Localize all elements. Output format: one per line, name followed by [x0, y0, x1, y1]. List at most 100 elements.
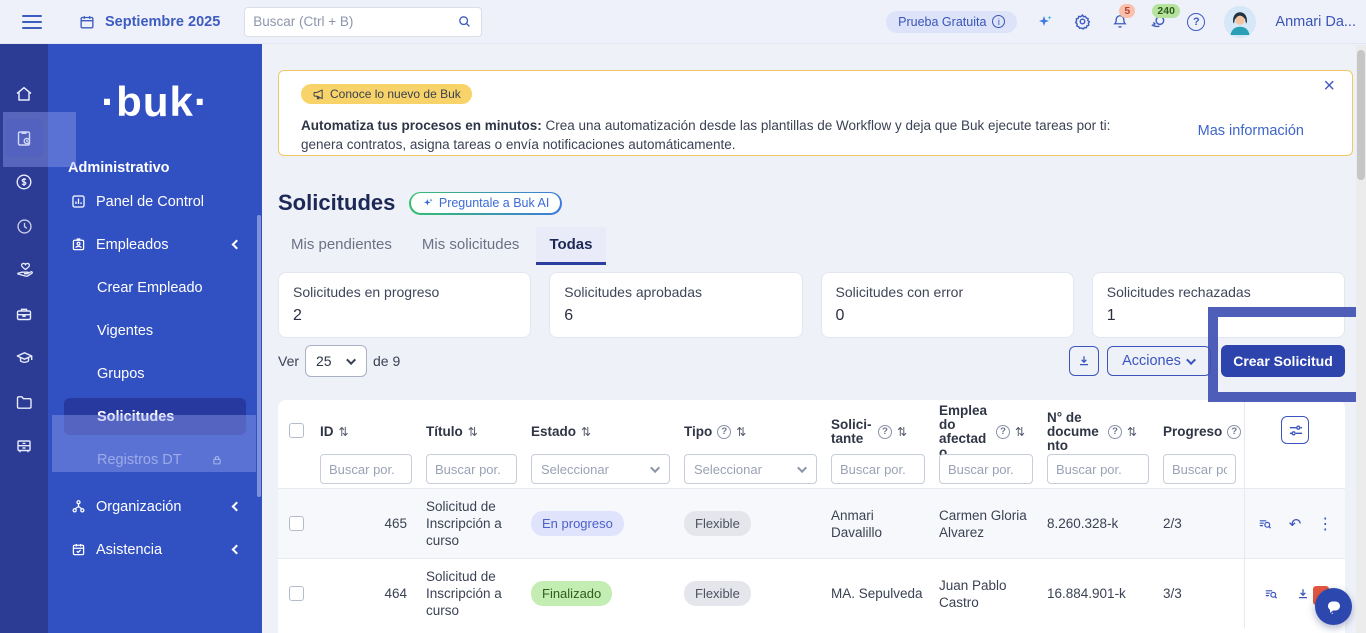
cell-documento: 16.884.901-k	[1047, 586, 1126, 601]
undo-icon[interactable]: ↶	[1289, 515, 1302, 533]
sidebar-item-asistencia[interactable]: Asistencia	[48, 528, 262, 571]
clipboard-clock-icon	[5, 119, 43, 157]
sort-icon[interactable]: ⇅	[1015, 425, 1025, 439]
row-checkbox[interactable]	[288, 586, 304, 601]
filter-progreso-input[interactable]	[1163, 454, 1236, 484]
menu-icon[interactable]	[22, 14, 42, 29]
stat-card-aprobadas: Solicitudes aprobadas 6	[549, 272, 803, 338]
sidebar-item-crear-empleado[interactable]: Crear Empleado	[48, 266, 262, 309]
view-details-icon[interactable]	[1263, 586, 1279, 602]
user-name[interactable]: Anmari Da...	[1275, 14, 1356, 30]
megaphone-icon	[313, 89, 323, 99]
cell-progreso: 2/3	[1163, 516, 1182, 531]
sidebar-section-label: Administrativo	[68, 160, 170, 176]
sidebar-item-vigentes[interactable]: Vigentes	[48, 309, 262, 352]
chat-bubble-icon	[1327, 601, 1340, 614]
download-icon[interactable]	[1295, 586, 1311, 602]
sort-icon[interactable]: ⇅	[339, 425, 349, 439]
sort-icon[interactable]: ⇅	[581, 425, 591, 439]
sidebar-icon-talento[interactable]	[0, 292, 48, 336]
export-download-button[interactable]	[1069, 346, 1099, 376]
sidebar-icon-asistencia-clock[interactable]	[0, 204, 48, 248]
sidebar-item-panel-de-control[interactable]: Panel de Control	[48, 180, 262, 223]
kebab-menu-icon[interactable]: ⋮	[1317, 514, 1333, 534]
list-controls: Ver 25 de 9 Acciones Crear Solicitud	[278, 345, 1345, 377]
help-icon[interactable]: ?	[1108, 425, 1122, 439]
more-info-link[interactable]: Mas información	[1198, 123, 1304, 139]
help-icon[interactable]: ?	[1187, 12, 1206, 31]
sidebar-item-grupos[interactable]: Grupos	[48, 352, 262, 395]
per-page-select[interactable]: 25	[305, 345, 368, 377]
filter-documento-input[interactable]	[1047, 454, 1149, 484]
sidebar-icon-beneficios[interactable]	[0, 248, 48, 292]
tab-todas[interactable]: Todas	[536, 227, 606, 265]
help-icon[interactable]: ?	[996, 425, 1010, 439]
sidebar-icon-remuneraciones[interactable]	[0, 160, 48, 204]
date-picker[interactable]: Septiembre 2025	[78, 13, 220, 31]
acciones-button[interactable]: Acciones	[1107, 346, 1211, 376]
help-icon[interactable]: ?	[1227, 425, 1242, 439]
view-details-icon[interactable]	[1257, 516, 1273, 532]
ai-sparkle-icon[interactable]	[1036, 13, 1054, 31]
tab-mis-solicitudes[interactable]: Mis solicitudes	[409, 227, 533, 265]
sidebar-icon-documentos[interactable]	[0, 380, 48, 424]
tab-mis-pendientes[interactable]: Mis pendientes	[278, 227, 405, 265]
help-icon[interactable]: ?	[878, 425, 892, 439]
sidebar-icon-home[interactable]	[0, 72, 48, 116]
help-icon[interactable]: ?	[717, 425, 732, 439]
date-label: Septiembre 2025	[105, 13, 221, 30]
sidebar-icon-activos[interactable]	[0, 424, 48, 468]
page-scrollbar-thumb[interactable]	[1357, 50, 1365, 180]
tipo-badge: Flexible	[684, 511, 751, 536]
credits-count-badge: 240	[1152, 4, 1180, 18]
filter-estado-select[interactable]: Seleccionar	[531, 454, 670, 484]
filter-empleado-input[interactable]	[939, 454, 1033, 484]
filter-solicitante-input[interactable]	[831, 454, 925, 484]
filter-id-input[interactable]	[320, 454, 412, 484]
sidebar-item-organizacion[interactable]: Organización	[48, 485, 262, 528]
sidebar-item-empleados[interactable]: Empleados	[48, 223, 262, 266]
crear-solicitud-button[interactable]: Crear Solicitud	[1221, 345, 1345, 377]
page-scrollbar[interactable]	[1356, 45, 1366, 633]
credits-coin-icon[interactable]: 240	[1148, 4, 1180, 31]
select-all-checkbox[interactable]	[288, 422, 304, 438]
close-icon[interactable]: ×	[1323, 76, 1335, 96]
sort-icon[interactable]: ⇅	[736, 425, 746, 439]
row-checkbox[interactable]	[288, 516, 304, 531]
org-chart-icon	[70, 498, 87, 515]
calendar-icon	[78, 13, 96, 31]
ask-buk-ai-button[interactable]: Preguntale a Buk AI	[409, 191, 562, 215]
stat-card-rechazadas: Solicitudes rechazadas 1	[1091, 272, 1345, 338]
solicitudes-table: ID ⇅ Título ⇅ Estado ⇅ Tipo? ⇅ Solici-tante?…	[278, 400, 1345, 633]
filter-tipo-select[interactable]: Seleccionar	[684, 454, 817, 484]
dashboard-icon	[70, 193, 87, 210]
cell-titulo: Solicitud de Inscripción a curso	[426, 569, 502, 618]
trial-badge[interactable]: Prueba Gratuita i	[886, 10, 1018, 33]
sort-icon[interactable]: ⇅	[1127, 425, 1137, 439]
cell-titulo: Solicitud de Inscripción a curso	[426, 499, 502, 548]
sidebar-scrollbar[interactable]	[257, 215, 261, 497]
global-search	[244, 6, 483, 37]
sidebar-item-label: Asistencia	[96, 541, 163, 558]
sidebar-item-registros-dt[interactable]: Registros DT	[48, 438, 262, 481]
sort-icon[interactable]: ⇅	[897, 425, 907, 439]
sidebar-item-label: Organización	[96, 498, 182, 515]
chat-support-button[interactable]	[1315, 588, 1352, 625]
sidebar-icon-capacitaciones[interactable]	[0, 336, 48, 380]
cell-id: 465	[384, 516, 407, 531]
table-header-row: ID ⇅ Título ⇅ Estado ⇅ Tipo? ⇅ Solici-tante?…	[278, 400, 1345, 460]
search-icon[interactable]	[456, 13, 473, 30]
trial-label: Prueba Gratuita	[898, 14, 987, 29]
settings-gear-icon[interactable]	[1073, 12, 1092, 31]
sort-icon[interactable]: ⇅	[468, 425, 478, 439]
sidebar-icon-solicitudes[interactable]	[0, 116, 51, 160]
search-input[interactable]	[253, 14, 457, 29]
sidebar-item-solicitudes[interactable]: Solicitudes	[48, 395, 262, 438]
announcement-banner: Conoce lo nuevo de Buk Automatiza tus pr…	[278, 70, 1353, 156]
filter-titulo-input[interactable]	[426, 454, 517, 484]
column-settings-button[interactable]	[1281, 416, 1309, 444]
banner-text: Automatiza tus procesos en minutos: Crea…	[301, 116, 1111, 154]
download-icon	[1080, 356, 1088, 366]
avatar[interactable]	[1224, 5, 1257, 38]
notifications-bell-icon[interactable]: 5	[1111, 4, 1136, 31]
